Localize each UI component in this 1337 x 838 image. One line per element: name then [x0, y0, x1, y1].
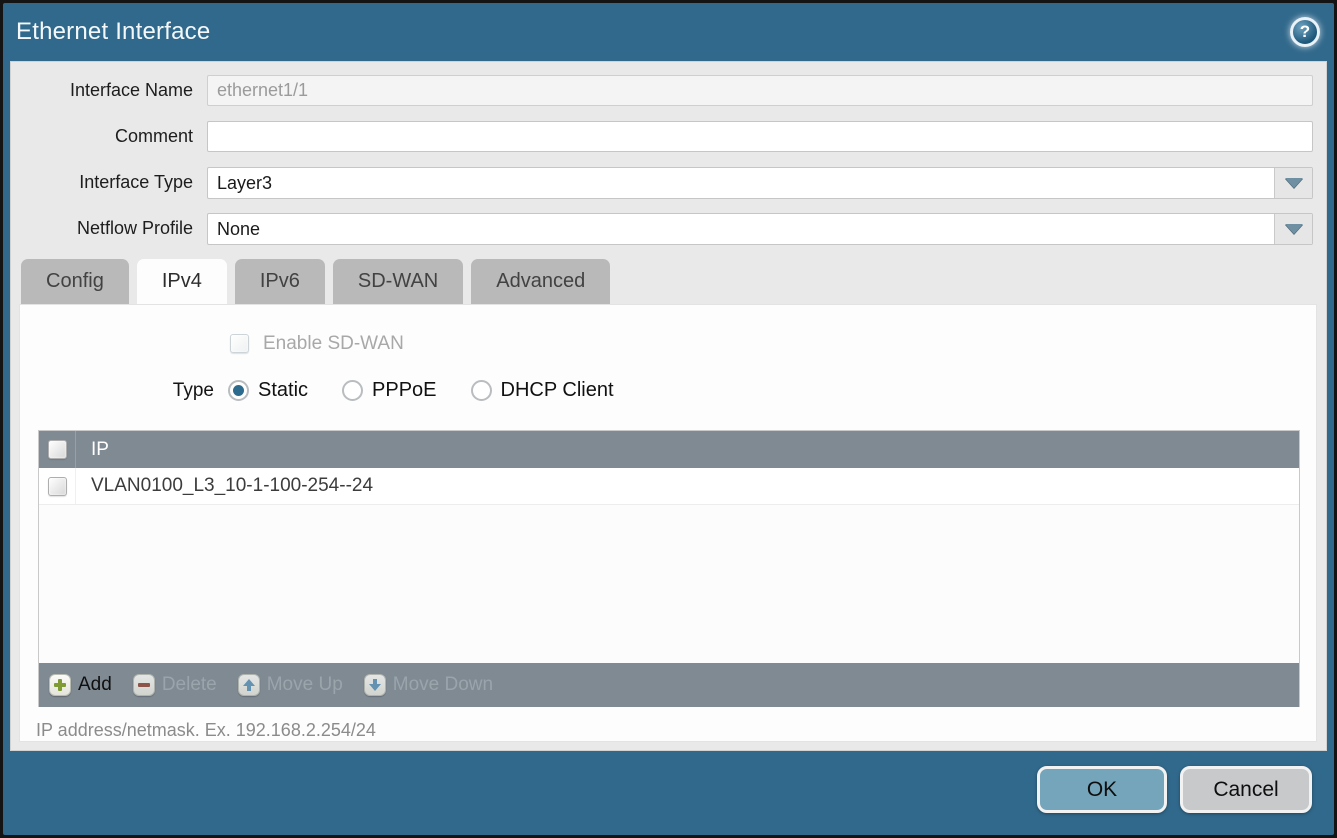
form-row-comment: Comment [11, 121, 1326, 152]
netflow-profile-label: Netflow Profile [11, 218, 207, 239]
row-ip-value: VLAN0100_L3_10-1-100-254--24 [76, 475, 373, 497]
radio-dhcp-client[interactable] [471, 380, 492, 401]
move-down-icon [364, 674, 386, 696]
delete-button[interactable]: Delete [133, 674, 217, 696]
netflow-profile-dropdown-button[interactable] [1274, 214, 1312, 244]
ethernet-interface-dialog: Ethernet Interface ? Interface Name Comm… [3, 3, 1334, 835]
tab-ipv6[interactable]: IPv6 [235, 259, 325, 307]
move-down-button-label: Move Down [393, 674, 493, 696]
tab-sd-wan[interactable]: SD-WAN [333, 259, 463, 307]
move-up-icon [238, 674, 260, 696]
dialog-content: Interface Name Comment Interface Type La… [10, 61, 1327, 751]
radio-pppoe-label: PPPoE [372, 379, 436, 402]
dialog-footer: OK Cancel [3, 751, 1334, 835]
add-button-label: Add [78, 674, 112, 696]
add-button[interactable]: Add [49, 674, 112, 696]
table-empty-area [39, 505, 1299, 663]
move-up-button-label: Move Up [267, 674, 343, 696]
row-checkbox[interactable] [48, 477, 67, 496]
form-row-interface-type: Interface Type Layer3 [11, 167, 1326, 198]
type-label: Type [20, 380, 214, 402]
comment-label: Comment [11, 126, 207, 147]
interface-type-label: Interface Type [11, 172, 207, 193]
interface-form: Interface Name Comment Interface Type La… [11, 62, 1326, 244]
move-down-button[interactable]: Move Down [364, 674, 493, 696]
ip-table-header: IP [39, 431, 1299, 468]
radio-dhcp-client-label: DHCP Client [501, 379, 614, 402]
table-toolbar: Add Delete Move Up Move Down [39, 663, 1299, 707]
enable-sdwan-row: Enable SD-WAN [230, 332, 1316, 355]
interface-name-label: Interface Name [11, 80, 207, 101]
select-all-checkbox[interactable] [48, 440, 67, 459]
tab-advanced[interactable]: Advanced [471, 259, 610, 307]
enable-sdwan-checkbox [230, 334, 249, 353]
select-all-cell [39, 431, 76, 468]
dialog-titlebar: Ethernet Interface ? [3, 3, 1334, 61]
help-icon[interactable]: ? [1290, 17, 1320, 47]
row-checkbox-cell [39, 468, 76, 504]
form-row-interface-name: Interface Name [11, 75, 1326, 106]
cancel-button[interactable]: Cancel [1180, 766, 1312, 813]
dropdown-arrow-icon [1285, 178, 1303, 188]
radio-static[interactable] [228, 380, 249, 401]
radio-static-label: Static [258, 379, 308, 402]
add-icon [49, 674, 71, 696]
table-row[interactable]: VLAN0100_L3_10-1-100-254--24 [39, 468, 1299, 505]
ok-button[interactable]: OK [1037, 766, 1167, 813]
type-radio-group: Static PPPoE DHCP Client [228, 379, 614, 402]
type-row: Type Static PPPoE DHCP Client [20, 377, 1316, 404]
delete-icon [133, 674, 155, 696]
move-up-button[interactable]: Move Up [238, 674, 343, 696]
netflow-profile-dropdown[interactable]: None [207, 213, 1313, 245]
radio-pppoe[interactable] [342, 380, 363, 401]
tab-bar: Config IPv4 IPv6 SD-WAN Advanced [21, 259, 1326, 307]
interface-type-dropdown-button[interactable] [1274, 168, 1312, 198]
comment-field[interactable] [207, 121, 1313, 152]
ip-table: IP VLAN0100_L3_10-1-100-254--24 Add [38, 430, 1300, 707]
tab-ipv4[interactable]: IPv4 [137, 259, 227, 307]
radio-option-static[interactable]: Static [228, 379, 308, 402]
ip-column-header: IP [76, 439, 109, 461]
delete-button-label: Delete [162, 674, 217, 696]
interface-type-dropdown[interactable]: Layer3 [207, 167, 1313, 199]
form-row-netflow-profile: Netflow Profile None [11, 213, 1326, 244]
radio-option-dhcp-client[interactable]: DHCP Client [471, 379, 614, 402]
ip-format-hint: IP address/netmask. Ex. 192.168.2.254/24 [36, 720, 1316, 741]
ipv4-panel: Enable SD-WAN Type Static PPPoE DHCP C [19, 304, 1317, 742]
tab-config[interactable]: Config [21, 259, 129, 307]
radio-option-pppoe[interactable]: PPPoE [342, 379, 436, 402]
dialog-title: Ethernet Interface [16, 18, 210, 46]
dropdown-arrow-icon [1285, 224, 1303, 234]
netflow-profile-value: None [208, 219, 1274, 240]
enable-sdwan-label: Enable SD-WAN [263, 333, 404, 355]
interface-type-value: Layer3 [208, 173, 1274, 194]
interface-name-field [207, 75, 1313, 106]
